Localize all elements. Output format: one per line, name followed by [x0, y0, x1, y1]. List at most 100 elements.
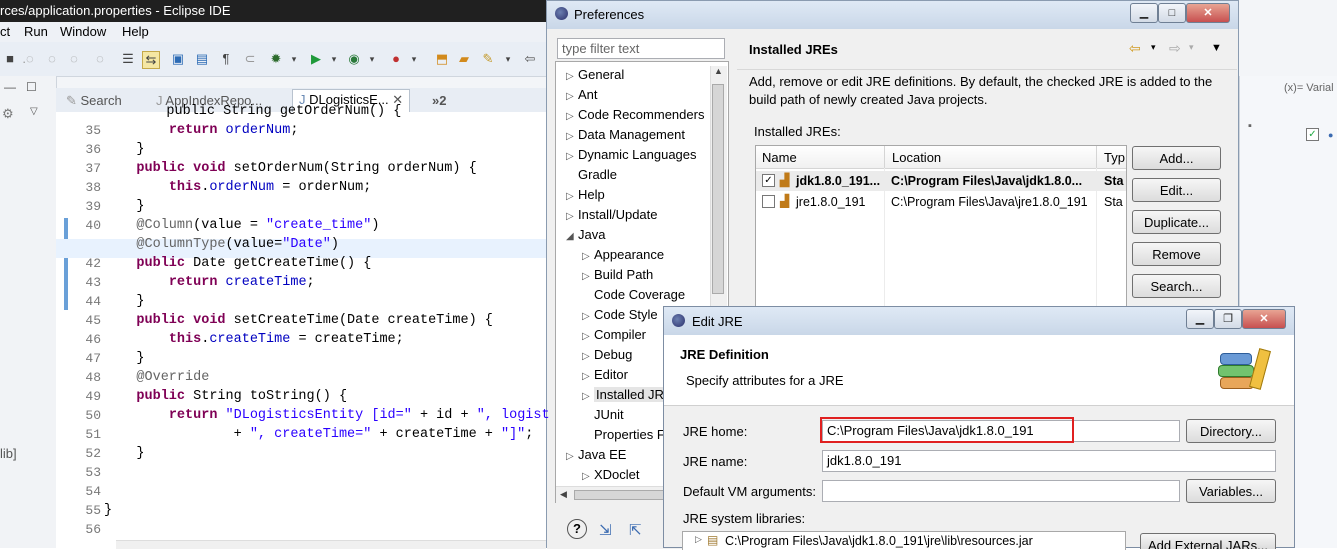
system-libraries-list[interactable]: ▷ ▤ C:\Program Files\Java\jdk1.8.0_191\j… — [682, 531, 1126, 550]
tree-item[interactable]: ▷ Install/Update — [566, 207, 658, 222]
tree-item[interactable]: ▷ Code Recommenders — [566, 107, 704, 122]
open-type-icon[interactable]: ▣ — [170, 51, 186, 67]
table-row[interactable]: ✓ ▟ jdk1.8.0_191... C:\Program Files\Jav… — [756, 171, 1126, 191]
external-tools-icon[interactable]: ● — [388, 51, 404, 67]
expand-arrow-icon[interactable]: ▷ — [566, 451, 578, 462]
jre-table[interactable]: Name Location Typ ✓ ▟ jdk1.8.0_191... C:… — [755, 145, 1127, 317]
forward-dropdown-icon[interactable]: ▾ — [1189, 42, 1194, 53]
tree-item[interactable]: ▷ Debug — [582, 347, 632, 362]
expand-arrow-icon[interactable]: ▷ — [582, 371, 594, 382]
minimize-icon[interactable]: ▁ — [1130, 3, 1158, 23]
view-menu-icon[interactable]: ▽ — [30, 106, 38, 117]
expand-arrow-icon[interactable]: ▷ — [566, 131, 578, 142]
new-package-icon[interactable]: ⬒ — [434, 51, 450, 67]
remove-button[interactable]: Remove — [1132, 242, 1221, 266]
expand-arrow-icon[interactable]: ▷ — [582, 391, 594, 402]
import-icon[interactable]: ⇲ — [599, 521, 612, 539]
row-checkbox[interactable]: ✓ — [762, 174, 775, 187]
close-icon[interactable]: ✕ — [1242, 309, 1286, 329]
pencil-dropdown-icon[interactable]: ▾ — [500, 51, 516, 67]
tree-item[interactable]: ▷ Appearance — [582, 247, 664, 262]
step-return-icon[interactable]: ◌ — [92, 51, 108, 67]
step-into-icon[interactable]: ◌ — [44, 51, 60, 67]
expand-arrow-icon[interactable]: ▷ — [566, 71, 578, 82]
expand-arrow-icon[interactable]: ▷ — [582, 271, 594, 282]
duplicate-button[interactable]: Duplicate... — [1132, 210, 1221, 234]
scroll-thumb[interactable] — [712, 84, 724, 294]
close-icon[interactable]: ✕ — [1186, 3, 1230, 23]
run-icon[interactable]: ▶ — [308, 51, 324, 67]
expand-arrow-icon[interactable]: ▷ — [566, 111, 578, 122]
maximize-icon[interactable]: ☐ — [26, 80, 37, 94]
view-icon[interactable]: ⚙ — [2, 106, 14, 122]
view-menu-icon[interactable]: ▼ — [1211, 42, 1222, 54]
variables-view-label[interactable]: (x)= Varial — [1284, 82, 1334, 94]
pencil-icon[interactable]: ✎ — [480, 51, 496, 67]
column-name[interactable]: Name — [762, 150, 797, 165]
show-whitespace-icon[interactable]: ¶ — [218, 51, 234, 67]
tree-item[interactable]: ▷ Compiler — [582, 327, 646, 342]
directory-button[interactable]: Directory... — [1186, 419, 1276, 443]
toggle-mark-icon[interactable]: ⇆ — [142, 51, 160, 69]
tree-item[interactable]: JUnit — [582, 407, 624, 422]
tree-item[interactable]: Properties F — [582, 427, 665, 442]
expand-arrow-icon[interactable]: ▷ — [582, 351, 594, 362]
coverage-dropdown-icon[interactable]: ▾ — [364, 51, 380, 67]
edit-button[interactable]: Edit... — [1132, 178, 1221, 202]
coverage-icon[interactable]: ◉ — [346, 51, 362, 67]
expand-arrow-icon[interactable]: ▷ — [582, 311, 594, 322]
tree-item[interactable]: ▷ Dynamic Languages — [566, 147, 697, 162]
expand-arrow-icon[interactable]: ▷ — [582, 251, 594, 262]
expand-arrow-icon[interactable]: ▷ — [566, 211, 578, 222]
expand-arrow-icon[interactable]: ◢ — [566, 231, 578, 242]
tree-item[interactable]: ▷ General — [566, 67, 624, 82]
tree-item[interactable]: ▷ XDoclet — [582, 467, 640, 482]
step-icon[interactable]: .◌ — [20, 51, 36, 67]
use-step-filters-icon[interactable]: ☰ — [120, 51, 136, 67]
menu-run[interactable]: Run — [24, 24, 48, 39]
minimize-icon[interactable]: — — [4, 80, 16, 94]
help-icon[interactable]: ? — [567, 519, 587, 539]
jre-name-input[interactable]: jdk1.8.0_191 — [822, 450, 1276, 472]
tree-item[interactable]: ▷ Ant — [566, 87, 598, 102]
menu-window[interactable]: Window — [60, 24, 106, 39]
restore-icon[interactable]: ❐ — [1214, 309, 1242, 329]
expand-arrow-icon[interactable]: ▷ — [566, 151, 578, 162]
add-button[interactable]: Add... — [1132, 146, 1221, 170]
tree-item[interactable]: ▷ Data Management — [566, 127, 685, 142]
step-over-icon[interactable]: ◌ — [66, 51, 82, 67]
tab-search[interactable]: ✎ Search — [66, 91, 122, 111]
minimize-icon[interactable]: ▪ — [1248, 120, 1252, 132]
tree-item[interactable]: ▷ Build Path — [582, 267, 653, 282]
export-icon[interactable]: ⇱ — [629, 521, 642, 539]
prev-edit-icon[interactable]: ⇦ — [522, 51, 538, 67]
scroll-thumb[interactable] — [574, 490, 674, 500]
maximize-icon[interactable]: □ — [1158, 3, 1186, 23]
open-task-icon[interactable]: ▤ — [194, 51, 210, 67]
block-selection-icon[interactable]: ⊂ — [242, 51, 258, 67]
variables-button[interactable]: Variables... — [1186, 479, 1276, 503]
vm-args-input[interactable] — [822, 480, 1180, 502]
tree-item[interactable]: ▷ Installed JRE — [582, 387, 675, 402]
checkbox-icon[interactable]: ✓ — [1306, 128, 1319, 141]
open-folder-icon[interactable]: ▰ — [456, 51, 472, 67]
tree-item[interactable]: ▷ Help — [566, 187, 605, 202]
tree-item[interactable]: ▷ Code Style — [582, 307, 658, 322]
add-external-jars-button[interactable]: Add External JARs... — [1140, 533, 1276, 549]
tree-item[interactable]: Gradle — [566, 167, 617, 182]
tree-item[interactable]: ▷ Editor — [582, 367, 628, 382]
tree-item[interactable]: ◢ Java — [566, 227, 605, 242]
expand-arrow-icon[interactable]: ▷ — [566, 191, 578, 202]
tab-overflow[interactable]: »2 — [432, 91, 446, 111]
filter-input[interactable]: type filter text — [557, 38, 725, 59]
column-type[interactable]: Typ — [1104, 150, 1125, 165]
forward-icon[interactable]: ⇨ — [1169, 40, 1181, 57]
run-dropdown-icon[interactable]: ▾ — [326, 51, 342, 67]
search-button[interactable]: Search... — [1132, 274, 1221, 298]
scroll-up-icon[interactable]: ▲ — [714, 66, 723, 76]
scroll-left-icon[interactable]: ◀ — [560, 489, 567, 500]
expand-arrow-icon[interactable]: ▷ — [566, 91, 578, 102]
expand-arrow-icon[interactable]: ▷ — [695, 534, 702, 545]
menu-help[interactable]: Help — [122, 24, 149, 39]
code-editor[interactable]: public String getOrderNum() { 35 return … — [56, 104, 550, 549]
